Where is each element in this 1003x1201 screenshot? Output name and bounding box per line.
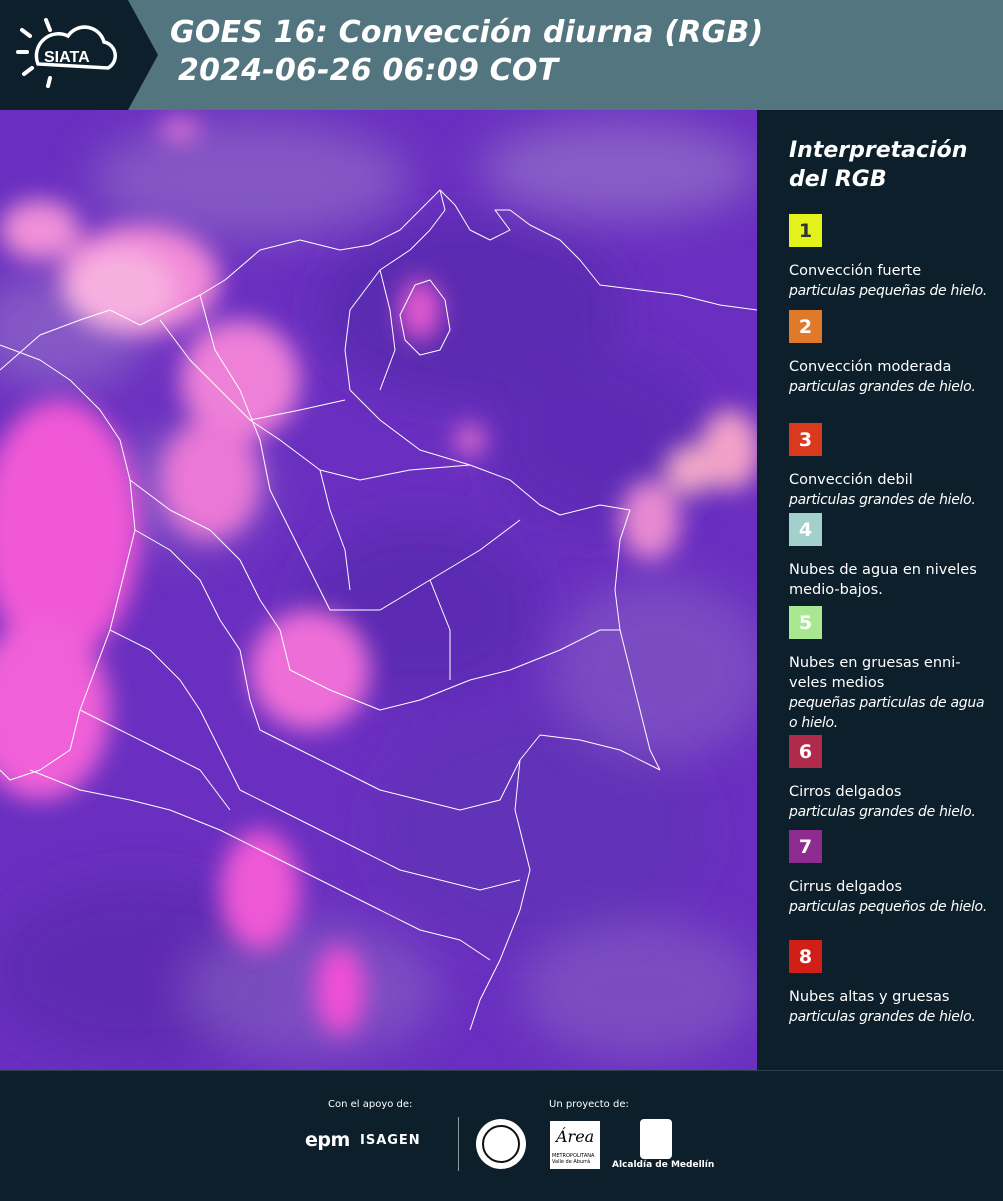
legend-item-name: Cirrus delgados	[789, 879, 903, 895]
isagen-logo[interactable]: ISAGEN	[360, 1133, 421, 1148]
medellin-seal-logo[interactable]	[476, 1119, 526, 1169]
legend-item-name: Convección debil	[789, 472, 913, 488]
legend-swatch-1: 1	[789, 214, 822, 247]
header-bar: SIATA GOES 16: Convección diurna (RGB) 2…	[0, 0, 1003, 110]
legend-item-name: Convección moderada	[789, 359, 952, 375]
legend-item-name: Cirros delgados	[789, 784, 902, 800]
legend-title-line-1: Interpretación	[789, 138, 968, 163]
legend-item-name: Convección fuerte	[789, 263, 922, 279]
legend-swatch-8: 8	[789, 940, 822, 973]
legend-swatch-2: 2	[789, 310, 822, 343]
legend-item-2: 2 Convección moderada particulas grandes…	[789, 310, 994, 397]
area-logo-text: Área	[556, 1127, 595, 1146]
footer-sponsors: Con el apoyo de: Un proyecto de: epm ISA…	[0, 1070, 1003, 1201]
legend-item-name: Nubes de agua en niveles medio-bajos.	[789, 562, 977, 598]
legend-item-name: Nubes en gruesas enni-veles medios	[789, 655, 961, 691]
legend-title-line-2: del RGB	[789, 167, 887, 192]
legend-item-1: 1 Convección fuerte particulas pequeñas …	[789, 214, 994, 301]
legend-item-4: 4 Nubes de agua en niveles medio-bajos.	[789, 513, 994, 600]
legend-item-desc: particulas grandes de hielo.	[789, 1009, 976, 1025]
legend-item-desc: particulas pequeñas de hielo.	[789, 283, 987, 299]
satellite-map[interactable]	[0, 110, 757, 1070]
legend-item-name: Nubes altas y gruesas	[789, 989, 950, 1005]
legend-item-desc: pequeñas particulas de agua o hielo.	[789, 695, 985, 731]
area-metropolitana-logo[interactable]: Área METROPOLITANA Valle de Aburrá	[550, 1121, 600, 1169]
legend-swatch-4: 4	[789, 513, 822, 546]
legend-item-7: 7 Cirrus delgados particulas pequeños de…	[789, 830, 994, 917]
page-title: GOES 16: Convección diurna (RGB) 2024-06…	[170, 14, 763, 90]
legend-swatch-7: 7	[789, 830, 822, 863]
title-line-1: GOES 16: Convección diurna (RGB)	[170, 15, 764, 50]
legend-item-desc: particulas pequeños de hielo.	[789, 899, 987, 915]
legend-item-3: 3 Convección debil particulas grandes de…	[789, 423, 994, 510]
epm-logo[interactable]: epm	[305, 1129, 350, 1151]
legend-item-desc: particulas grandes de hielo.	[789, 492, 976, 508]
legend-panel: Interpretación del RGB 1 Convección fuer…	[757, 110, 1003, 1070]
alcaldia-logo-text[interactable]: Alcaldía de Medellín	[612, 1160, 714, 1170]
legend-item-desc: particulas grandes de hielo.	[789, 379, 976, 395]
legend-swatch-3: 3	[789, 423, 822, 456]
alcaldia-shield-icon[interactable]	[640, 1119, 672, 1159]
legend-swatch-5: 5	[789, 606, 822, 639]
legend-title: Interpretación del RGB	[789, 136, 967, 194]
area-logo-subtext: METROPOLITANA Valle de Aburrá	[552, 1153, 595, 1165]
support-label: Con el apoyo de:	[328, 1099, 413, 1110]
legend-item-8: 8 Nubes altas y gruesas particulas grand…	[789, 940, 994, 1027]
project-label: Un proyecto de:	[549, 1099, 629, 1110]
title-line-2: 2024-06-26 06:09 COT	[178, 53, 559, 88]
legend-item-desc: particulas grandes de hielo.	[789, 804, 976, 820]
legend-swatch-6: 6	[789, 735, 822, 768]
siata-logo-text: SIATA	[44, 49, 90, 66]
footer-divider	[458, 1117, 459, 1171]
siata-logo[interactable]: SIATA	[0, 0, 158, 110]
legend-item-5: 5 Nubes en gruesas enni-veles medios peq…	[789, 606, 994, 733]
legend-item-6: 6 Cirros delgados particulas grandes de …	[789, 735, 994, 822]
